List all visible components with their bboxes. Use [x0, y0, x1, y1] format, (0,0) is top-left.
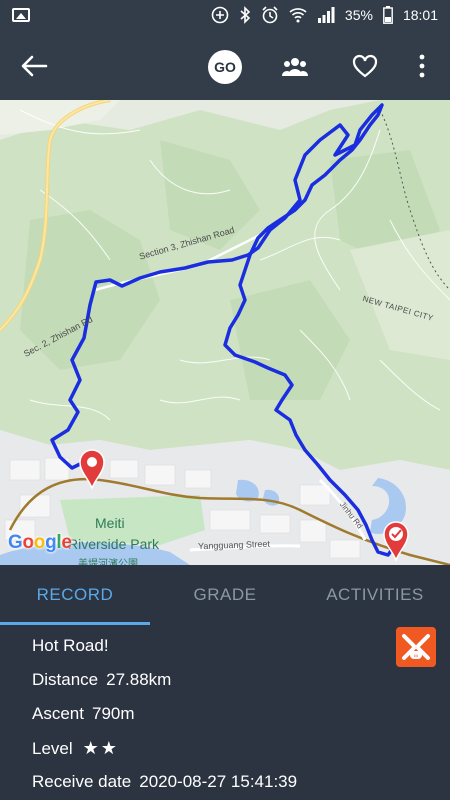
group-icon[interactable] [281, 54, 309, 78]
record-details: Hot Road! Distance 27.88km Ascent 790m Lev… [0, 625, 450, 800]
back-arrow-icon[interactable] [18, 52, 50, 80]
status-icons: 35% 18:01 [211, 6, 438, 24]
signal-icon [317, 7, 335, 23]
level-stars: ★★ [82, 738, 119, 758]
google-logo: Google [8, 532, 72, 553]
level-label: Level [32, 739, 73, 758]
ascent-row: Ascent 790m [32, 704, 135, 724]
tab-bar: RECORD GRADE ACTIVITIES [0, 565, 450, 625]
xplova-logo-icon[interactable]: ∞ [396, 627, 436, 667]
picture-icon [12, 8, 30, 22]
clock: 18:01 [402, 7, 438, 23]
park-label-line3: 美堤河濱公園 [78, 559, 138, 565]
distance-row: Distance 27.88km [32, 670, 171, 690]
tab-grade[interactable]: GRADE [150, 565, 300, 625]
ascent-label: Ascent [32, 704, 84, 723]
battery-icon [383, 6, 393, 24]
receive-date-value: 2020-08-27 15:41:39 [139, 772, 298, 791]
route-name: Hot Road! [32, 636, 109, 655]
distance-value: 27.88km [106, 670, 172, 689]
heart-icon[interactable] [351, 52, 379, 80]
go-button[interactable]: GO [208, 50, 242, 84]
battery-percent: 35% [344, 7, 373, 23]
bluetooth-icon [240, 6, 251, 24]
receive-date-row: Receive date 2020-08-27 15:41:39 [32, 772, 297, 792]
status-bar: 35% 18:01 [0, 0, 450, 32]
level-row: Level ★★ [32, 738, 119, 759]
route-map[interactable]: Section 3, Zhishan Road Sec. 2, Zhishan … [0, 100, 450, 565]
tab-record[interactable]: RECORD [0, 565, 150, 625]
alarm-icon [262, 6, 278, 24]
receive-date-label: Receive date [32, 772, 132, 791]
distance-label: Distance [32, 670, 99, 689]
ascent-value: 790m [91, 704, 135, 723]
wifi-icon [289, 8, 307, 23]
add-circle-icon [211, 6, 229, 24]
app-bar: GO [0, 32, 450, 100]
park-label-line1: Meiti [95, 515, 125, 531]
svg-text:∞: ∞ [414, 654, 418, 660]
more-vertical-icon[interactable] [412, 52, 432, 80]
park-label-line2: Riverside Park [68, 536, 160, 552]
tab-activities[interactable]: ACTIVITIES [300, 565, 450, 625]
